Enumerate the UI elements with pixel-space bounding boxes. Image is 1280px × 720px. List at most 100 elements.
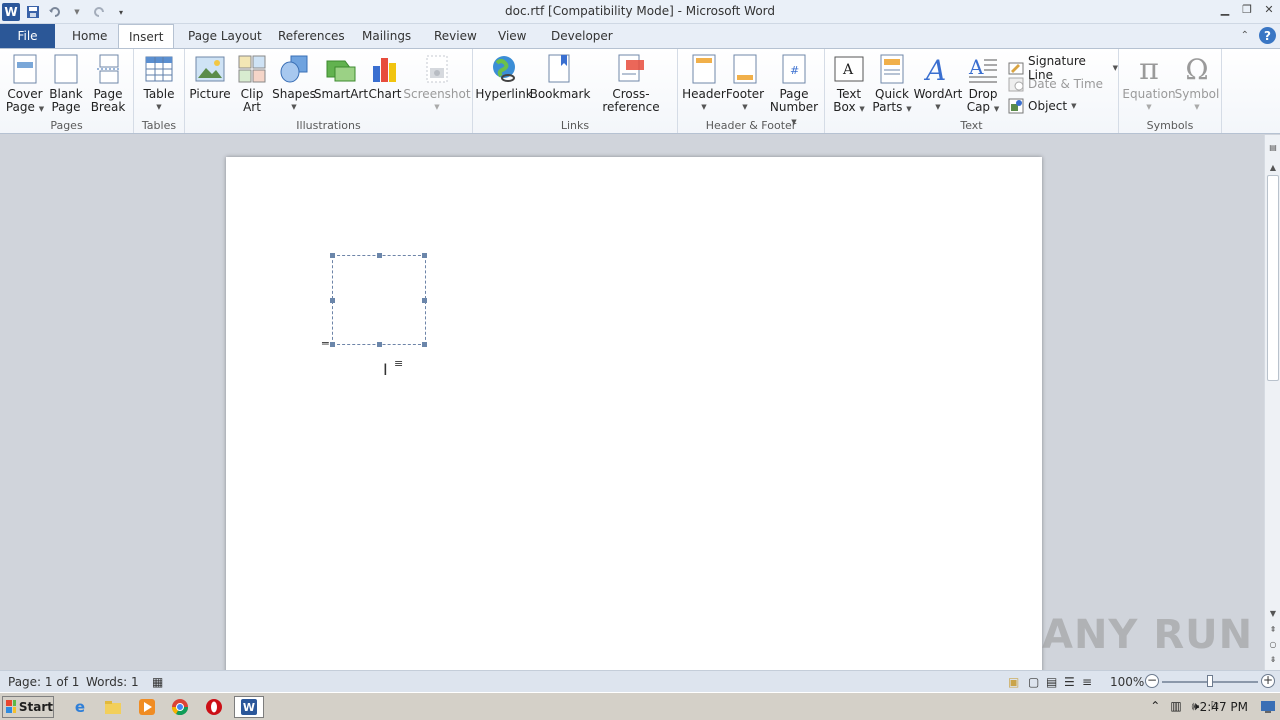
tab-view[interactable]: View bbox=[488, 24, 536, 48]
zoom-slider-knob[interactable] bbox=[1207, 675, 1213, 687]
network-icon[interactable]: ▥ bbox=[1170, 699, 1181, 714]
cover-page-button[interactable]: Cover Page ▼ bbox=[4, 53, 46, 116]
word-count[interactable]: Words: 1 bbox=[86, 675, 139, 689]
text-box-icon: A bbox=[833, 53, 865, 85]
symbol-button[interactable]: Ω Symbol ▼ bbox=[1175, 53, 1220, 114]
show-desktop-icon[interactable] bbox=[1258, 697, 1278, 717]
tab-mailings[interactable]: Mailings bbox=[352, 24, 421, 48]
volume-icon[interactable]: 🕪 bbox=[1192, 699, 1200, 714]
footer-button[interactable]: Footer ▼ bbox=[724, 53, 766, 114]
page-count[interactable]: Page: 1 of 1 bbox=[8, 675, 79, 689]
help-icon[interactable]: ? bbox=[1259, 27, 1276, 44]
tab-home[interactable]: Home bbox=[62, 24, 117, 48]
vertical-scrollbar[interactable]: ▤ ▲ ▼ ⇞ ○ ⇟ bbox=[1264, 135, 1280, 670]
blank-page-button[interactable]: Blank Page bbox=[48, 53, 84, 114]
draft-view-icon[interactable]: ≡ bbox=[1082, 675, 1092, 689]
drop-cap-button[interactable]: A Drop Cap ▼ bbox=[963, 53, 1003, 116]
close-icon[interactable]: ✕ bbox=[1262, 2, 1276, 16]
tab-file[interactable]: File bbox=[0, 24, 55, 48]
wordart-button[interactable]: A WordArt ▼ bbox=[913, 53, 963, 114]
selected-frame[interactable] bbox=[330, 253, 427, 347]
page-break-button[interactable]: Page Break bbox=[90, 53, 126, 114]
picture-button[interactable]: Picture bbox=[189, 53, 231, 101]
zoom-out-icon[interactable]: − bbox=[1145, 674, 1159, 688]
media-player-icon[interactable] bbox=[137, 697, 157, 717]
print-layout-view-icon[interactable]: ▣ bbox=[1008, 675, 1019, 689]
screenshot-button[interactable]: Screenshot ▼ bbox=[403, 53, 471, 114]
ie-icon[interactable]: e bbox=[70, 697, 90, 717]
footer-icon bbox=[729, 53, 761, 85]
chart-button[interactable]: Chart bbox=[367, 53, 403, 101]
date-time-icon bbox=[1008, 76, 1024, 92]
zoom-in-icon[interactable]: + bbox=[1261, 674, 1275, 688]
show-hidden-icons-icon[interactable]: ⌃ bbox=[1150, 699, 1160, 714]
full-screen-reading-icon[interactable]: ▢ bbox=[1028, 675, 1039, 689]
smartart-button[interactable]: SmartArt bbox=[314, 53, 368, 101]
page-number-button[interactable]: # Page Number ▼ bbox=[768, 53, 820, 129]
group-symbols: π Equation ▼ Ω Symbol ▼ Symbols bbox=[1119, 49, 1222, 133]
page-break-icon bbox=[92, 53, 124, 85]
chrome-icon[interactable] bbox=[170, 697, 190, 717]
resize-handle[interactable] bbox=[422, 298, 427, 303]
scroll-down-icon[interactable]: ▼ bbox=[1268, 609, 1278, 618]
resize-handle[interactable] bbox=[377, 342, 382, 347]
opera-icon[interactable] bbox=[204, 697, 224, 717]
zoom-level[interactable]: 100% bbox=[1110, 675, 1144, 689]
bookmark-button[interactable]: Bookmark bbox=[530, 53, 590, 101]
date-time-label: Date & Time bbox=[1028, 77, 1104, 91]
restore-icon[interactable]: ❐ bbox=[1240, 2, 1254, 16]
tab-references[interactable]: References bbox=[268, 24, 355, 48]
scroll-thumb[interactable] bbox=[1267, 175, 1279, 381]
previous-page-icon[interactable]: ⇞ bbox=[1268, 625, 1278, 634]
text-cursor-icon: I bbox=[383, 360, 388, 379]
windows-logo-icon bbox=[6, 700, 16, 713]
shapes-button[interactable]: Shapes ▼ bbox=[272, 53, 316, 114]
word-taskbar-button[interactable]: W bbox=[234, 696, 264, 718]
text-box-button[interactable]: A Text Box ▼ bbox=[829, 53, 869, 116]
minimize-ribbon-icon[interactable]: ⌃ bbox=[1241, 30, 1249, 41]
web-layout-icon[interactable]: ▤ bbox=[1046, 675, 1057, 689]
resize-handle[interactable] bbox=[422, 253, 427, 258]
tab-review[interactable]: Review bbox=[424, 24, 487, 48]
resize-handle[interactable] bbox=[330, 342, 335, 347]
ruler-toggle-icon[interactable]: ▤ bbox=[1268, 143, 1278, 152]
tab-page-layout[interactable]: Page Layout bbox=[178, 24, 272, 48]
resize-handle[interactable] bbox=[422, 342, 427, 347]
table-button[interactable]: Table ▼ bbox=[140, 53, 178, 114]
outline-view-icon[interactable]: ☰ bbox=[1064, 675, 1075, 689]
scroll-up-icon[interactable]: ▲ bbox=[1268, 163, 1278, 172]
object-button[interactable]: Object ▼ bbox=[1008, 98, 1076, 114]
tab-insert[interactable]: Insert bbox=[118, 24, 175, 49]
tab-developer[interactable]: Developer bbox=[541, 24, 623, 48]
quick-parts-button[interactable]: Quick Parts ▼ bbox=[871, 53, 913, 116]
picture-label: Picture bbox=[189, 87, 231, 101]
next-page-icon[interactable]: ⇟ bbox=[1268, 655, 1278, 664]
table-icon bbox=[143, 53, 175, 85]
date-time-button[interactable]: Date & Time bbox=[1008, 76, 1103, 92]
resize-handle[interactable] bbox=[377, 253, 382, 258]
select-browse-object-icon[interactable]: ○ bbox=[1268, 640, 1278, 649]
macro-recording-icon[interactable]: ▦ bbox=[152, 675, 163, 689]
blank-page-label-2: Page bbox=[51, 100, 81, 114]
svg-text:A: A bbox=[968, 55, 984, 79]
minimize-icon[interactable]: ▁ bbox=[1218, 2, 1232, 16]
start-button[interactable]: Start bbox=[2, 696, 54, 718]
resize-handle[interactable] bbox=[330, 253, 335, 258]
header-button[interactable]: Header ▼ bbox=[682, 53, 726, 114]
resize-handle[interactable] bbox=[330, 298, 335, 303]
shapes-icon bbox=[278, 53, 310, 85]
clip-art-button[interactable]: Clip Art bbox=[235, 53, 269, 114]
wordart-icon: A bbox=[922, 53, 954, 85]
window-title: doc.rtf [Compatibility Mode] - Microsoft… bbox=[505, 4, 775, 18]
folder-icon[interactable] bbox=[103, 697, 123, 717]
page-number-icon: # bbox=[778, 53, 810, 85]
equation-button[interactable]: π Equation ▼ bbox=[1122, 53, 1175, 114]
drop-cap-label-2: Cap bbox=[966, 100, 991, 114]
cross-reference-button[interactable]: Cross-reference bbox=[589, 53, 673, 114]
group-illustrations: Picture Clip Art Shapes ▼ SmartArt Chart… bbox=[185, 49, 473, 133]
hyperlink-button[interactable]: Hyperlink bbox=[475, 53, 533, 101]
blank-page-icon bbox=[50, 53, 82, 85]
picture-icon bbox=[194, 53, 226, 85]
clock[interactable]: 2:47 PM bbox=[1200, 700, 1248, 714]
document-page[interactable]: ═ I ≡ bbox=[226, 157, 1042, 677]
